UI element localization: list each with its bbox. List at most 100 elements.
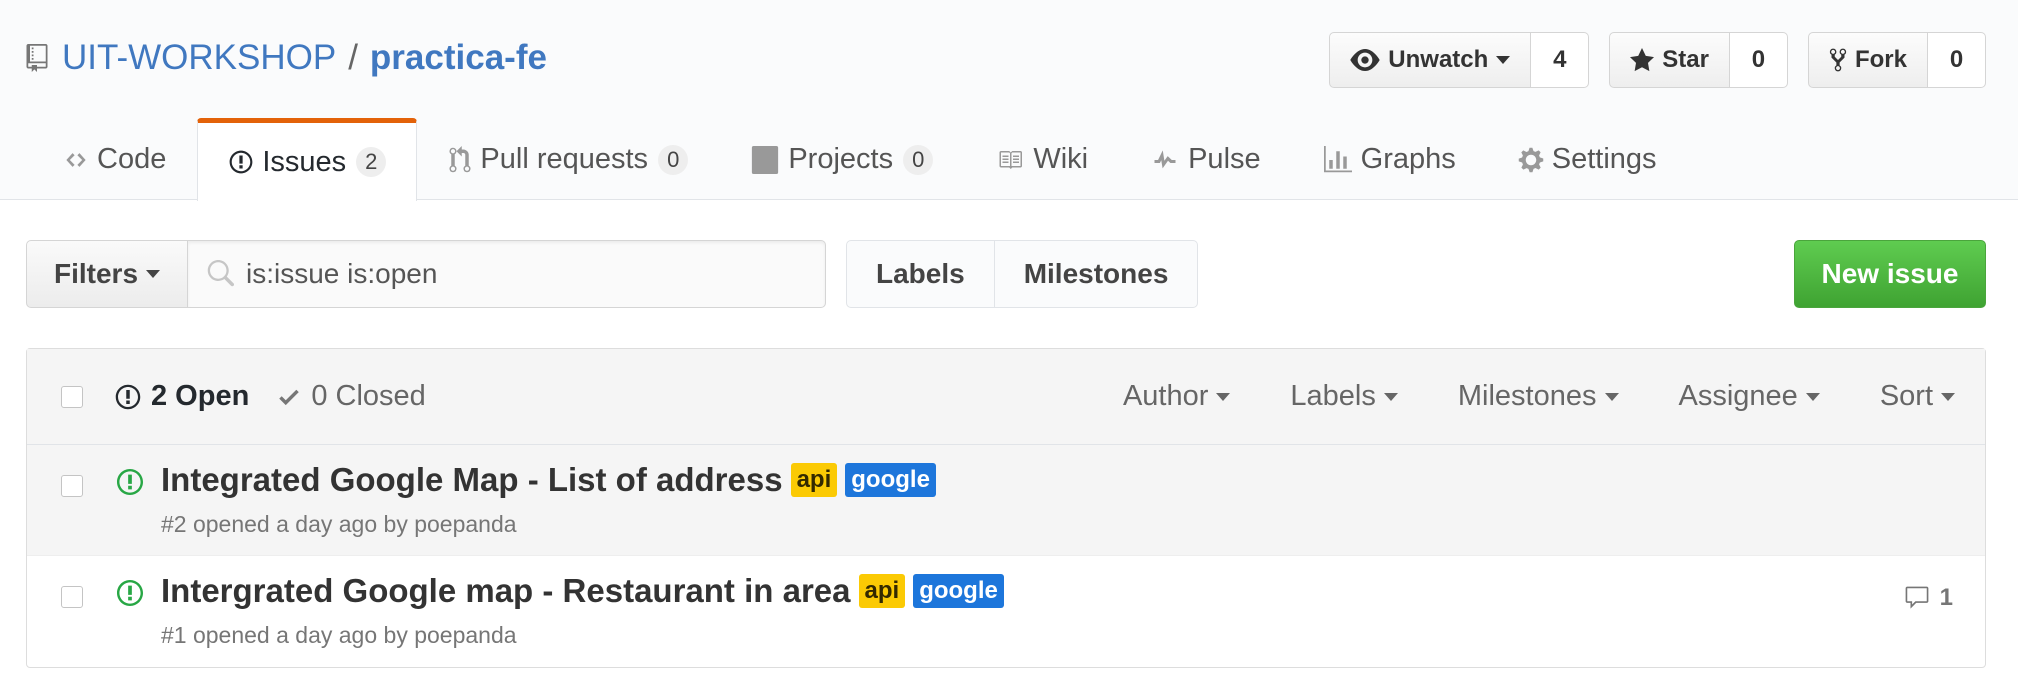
chevron-down-icon xyxy=(1604,392,1619,401)
milestones-dropdown[interactable]: Milestones xyxy=(1458,380,1619,413)
unwatch-label: Unwatch xyxy=(1388,46,1489,73)
book-icon xyxy=(999,150,1023,169)
tab-wiki[interactable]: Wiki xyxy=(964,118,1119,200)
milestones-dropdown-label: Milestones xyxy=(1457,380,1597,412)
tab-settings[interactable]: Settings xyxy=(1487,118,1688,200)
select-all-checkbox[interactable] xyxy=(61,385,83,408)
search-input[interactable] xyxy=(246,258,806,290)
issue-opened-icon xyxy=(229,150,253,174)
issues-list: 2 Open 0 Closed Author Labels Milestones xyxy=(26,348,1986,668)
filters-label: Filters xyxy=(53,258,139,289)
closed-issues-label: 0 Closed xyxy=(311,380,426,412)
author-dropdown[interactable]: Author xyxy=(1122,380,1231,413)
labels-button[interactable]: Labels xyxy=(846,240,995,308)
issue-title-row: Intergrated Google map - Restaurant in a… xyxy=(161,572,1004,610)
tab-wiki-label: Wiki xyxy=(1033,143,1089,175)
eye-icon xyxy=(1350,49,1380,71)
issue-title-row: Integrated Google Map - List of address … xyxy=(161,461,936,499)
repo-icon xyxy=(26,44,48,72)
issue-row[interactable]: Intergrated Google map - Restaurant in a… xyxy=(27,556,1985,667)
tab-pull-requests-label: Pull requests xyxy=(480,143,649,175)
issue-opened-icon xyxy=(117,580,143,606)
issue-row[interactable]: Integrated Google Map - List of address … xyxy=(27,445,1985,556)
filters-dropdown-button[interactable]: Filters xyxy=(26,240,188,308)
tab-issues-label: Issues xyxy=(262,145,347,178)
assignee-dropdown[interactable]: Assignee xyxy=(1679,380,1820,413)
repo-title: UIT-WORKSHOP / practica-fe xyxy=(26,32,547,84)
graph-icon xyxy=(1323,145,1352,172)
chevron-down-icon xyxy=(1216,392,1231,401)
git-pull-request-icon xyxy=(449,145,471,172)
repo-header: UIT-WORKSHOP / practica-fe Unwatch 4 Sta… xyxy=(0,0,2018,201)
assignee-dropdown-label: Assignee xyxy=(1678,380,1798,412)
issue-opened-icon xyxy=(115,384,141,409)
chevron-down-icon xyxy=(1383,392,1398,401)
tab-pulse-label: Pulse xyxy=(1188,143,1261,175)
issue-meta: #1 opened a day ago by poepanda xyxy=(161,622,517,648)
watch-group: Unwatch 4 xyxy=(1329,32,1590,88)
labels-dropdown-label: Labels xyxy=(1290,380,1376,412)
closed-issues-link[interactable]: 0 Closed xyxy=(277,380,426,413)
comment-icon xyxy=(1905,586,1929,609)
tab-pulse[interactable]: Pulse xyxy=(1119,118,1292,200)
gear-icon xyxy=(1518,147,1543,172)
filters-search-group: Filters xyxy=(26,240,826,308)
tab-graphs-label: Graphs xyxy=(1360,143,1456,175)
comments-link[interactable]: 1 xyxy=(1902,584,1953,612)
fork-group: Fork 0 xyxy=(1807,32,1986,88)
unwatch-button[interactable]: Unwatch xyxy=(1329,32,1532,88)
label-api[interactable]: api xyxy=(858,574,906,608)
projects-counter: 0 xyxy=(903,144,934,175)
tab-projects[interactable]: Projects 0 xyxy=(719,118,964,200)
chevron-down-icon xyxy=(146,270,161,278)
issue-title-link[interactable]: Integrated Google Map - List of address xyxy=(161,461,783,499)
check-icon xyxy=(279,389,300,405)
issue-opened-icon xyxy=(117,469,143,495)
chevron-down-icon xyxy=(1805,392,1820,401)
fork-button[interactable]: Fork xyxy=(1807,32,1928,88)
repo-owner-link[interactable]: UIT-WORKSHOP xyxy=(62,38,336,78)
label-google[interactable]: google xyxy=(913,574,1004,608)
star-group: Star 0 xyxy=(1609,32,1788,88)
label-api[interactable]: api xyxy=(790,463,838,497)
issue-states: 2 Open 0 Closed xyxy=(115,380,426,413)
issues-list-header: 2 Open 0 Closed Author Labels Milestones xyxy=(27,349,1985,445)
tab-issues[interactable]: Issues 2 xyxy=(197,118,418,201)
repo-path-separator: / xyxy=(348,38,358,77)
search-icon xyxy=(207,260,234,287)
code-icon xyxy=(66,152,86,167)
issue-meta: #2 opened a day ago by poepanda xyxy=(161,511,517,537)
issue-checkbox[interactable] xyxy=(61,475,83,497)
project-icon xyxy=(752,145,779,174)
star-button[interactable]: Star xyxy=(1609,32,1730,88)
open-issues-link[interactable]: 2 Open xyxy=(115,380,249,413)
pull-requests-counter: 0 xyxy=(658,144,689,175)
author-dropdown-label: Author xyxy=(1122,380,1209,412)
repo-nav: Code Issues 2 Pull requests 0 Projects 0 xyxy=(32,118,1688,201)
pulse-icon xyxy=(1154,149,1176,168)
forks-count[interactable]: 0 xyxy=(1928,32,1986,88)
tab-graphs[interactable]: Graphs xyxy=(1292,118,1487,200)
stargazers-count[interactable]: 0 xyxy=(1729,32,1788,88)
issue-filter-dropdowns: Author Labels Milestones Assignee Sort xyxy=(1123,380,1955,413)
sort-dropdown[interactable]: Sort xyxy=(1880,380,1955,413)
issue-checkbox[interactable] xyxy=(61,586,83,608)
milestones-button[interactable]: Milestones xyxy=(994,240,1199,308)
issue-title-link[interactable]: Intergrated Google map - Restaurant in a… xyxy=(161,572,851,610)
star-icon xyxy=(1630,48,1655,72)
search-box xyxy=(188,240,826,308)
tab-pull-requests[interactable]: Pull requests 0 xyxy=(417,118,719,200)
repo-actions: Unwatch 4 Star 0 Fork 0 xyxy=(1329,32,1986,88)
repo-name-link[interactable]: practica-fe xyxy=(370,38,547,78)
tab-code[interactable]: Code xyxy=(32,118,197,200)
labels-dropdown[interactable]: Labels xyxy=(1290,380,1398,413)
fork-label: Fork xyxy=(1854,46,1907,73)
label-google[interactable]: google xyxy=(845,463,936,497)
tab-projects-label: Projects xyxy=(788,143,894,175)
new-issue-button[interactable]: New issue xyxy=(1794,240,1986,308)
watchers-count[interactable]: 4 xyxy=(1531,32,1590,88)
open-issues-label: 2 Open xyxy=(151,380,250,412)
star-label: Star xyxy=(1662,46,1709,73)
chevron-down-icon xyxy=(1496,56,1511,64)
issues-subnav: Filters Labels Milestones New issue xyxy=(26,240,1986,308)
